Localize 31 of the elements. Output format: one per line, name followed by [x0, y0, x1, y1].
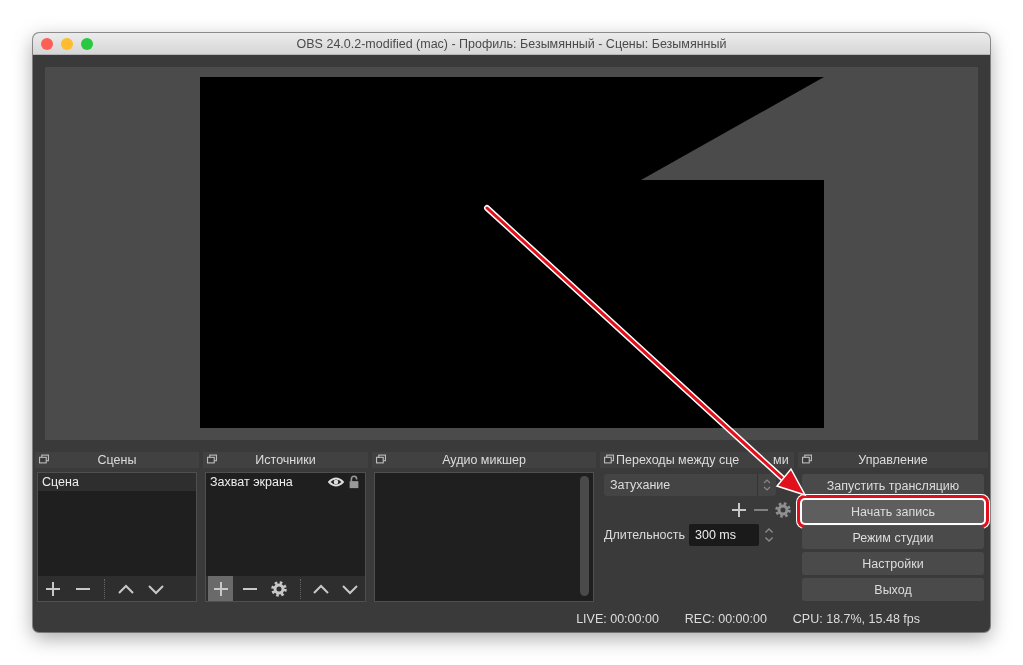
dock-title: Управление: [858, 453, 928, 467]
duration-field[interactable]: 300 ms: [689, 524, 759, 546]
transition-dropdown[interactable]: Затухание: [604, 474, 776, 496]
dock-title: Переходы между сце: [616, 453, 740, 467]
dock-title-end: ми: [773, 453, 789, 467]
duration-label: Длительность: [604, 528, 685, 542]
status-text: CPU: 18.7%, 15.48 fps: [792, 612, 920, 626]
plus-icon: [731, 502, 747, 518]
status-text: REC: 00:00:00: [684, 612, 767, 626]
window-title: OBS 24.0.2-modified (mac) - Профиль: Безымянный - Сцены: Безымянный: [296, 36, 727, 51]
gear-icon: [271, 580, 287, 597]
control-button[interactable]: Настройки: [802, 552, 984, 575]
scrollbar[interactable]: [580, 476, 589, 596]
scene-item[interactable]: Сцена: [38, 473, 196, 491]
dock-title: Сцены: [97, 453, 137, 467]
dropdown-arrows-icon: [762, 478, 772, 492]
add-button[interactable]: [729, 501, 749, 519]
control-button[interactable]: Запустить трансляцию: [802, 474, 984, 497]
properties-button[interactable]: [773, 501, 793, 519]
status-text: LIVE: 00:00:00: [576, 612, 659, 626]
plus-icon: [45, 580, 61, 597]
minus-icon: [242, 587, 257, 590]
add-button[interactable]: [208, 576, 234, 601]
control-button[interactable]: Выход: [802, 578, 984, 601]
dock-title: Источники: [255, 453, 316, 467]
control-button[interactable]: Режим студии: [802, 526, 984, 549]
dock-title: Аудио микшер: [442, 453, 526, 467]
gear-icon: [775, 502, 791, 518]
minus-icon: [76, 587, 90, 590]
plus-icon: [212, 580, 229, 597]
minus-icon: [754, 509, 768, 511]
